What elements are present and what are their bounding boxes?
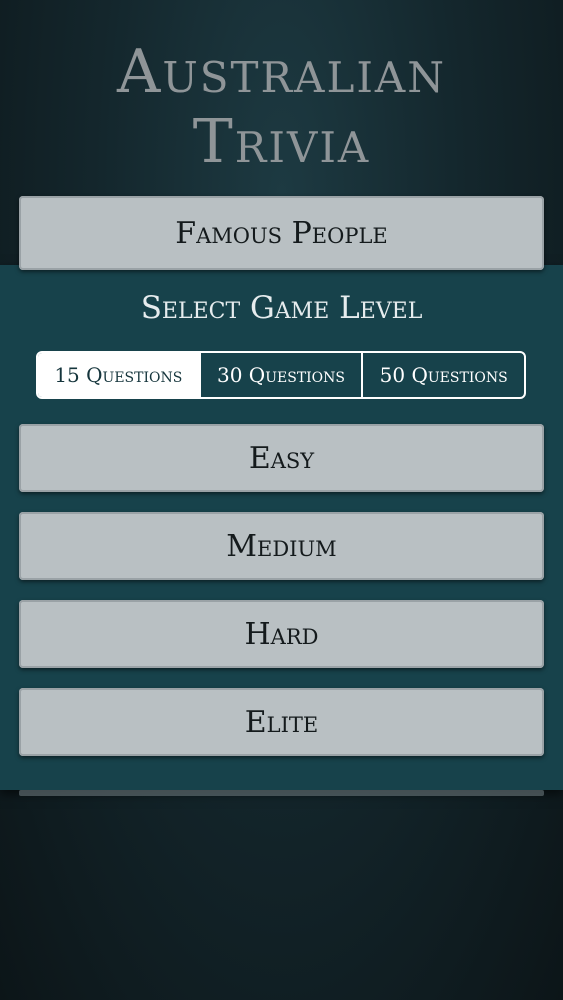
- level-button-label: Hard: [244, 616, 319, 652]
- level-button-easy[interactable]: Easy: [19, 424, 544, 492]
- app-title-line-2: Trivia: [192, 107, 371, 177]
- level-button-medium[interactable]: Medium: [19, 512, 544, 580]
- segment-label: 50 Questions: [379, 363, 508, 387]
- panel-bottom-edge: [19, 790, 544, 796]
- segment-30-questions[interactable]: 30 Questions: [198, 353, 362, 397]
- level-button-label: Elite: [244, 704, 319, 740]
- panel-title: Select Game Level: [140, 290, 423, 326]
- category-button-famous-people[interactable]: Famous People: [19, 196, 544, 270]
- app-title-line-1: Australian: [116, 37, 447, 107]
- segment-50-questions[interactable]: 50 Questions: [361, 353, 524, 397]
- level-button-label: Easy: [248, 440, 315, 476]
- question-count-segmented-control: 15 Questions 30 Questions 50 Questions: [36, 351, 526, 399]
- level-button-label: Medium: [226, 528, 337, 564]
- level-button-hard[interactable]: Hard: [19, 600, 544, 668]
- segment-label: 30 Questions: [217, 363, 345, 387]
- segment-label: 15 Questions: [54, 363, 183, 387]
- segment-15-questions[interactable]: 15 Questions: [38, 353, 199, 397]
- level-button-elite[interactable]: Elite: [19, 688, 544, 756]
- category-button-label: Famous People: [175, 215, 388, 251]
